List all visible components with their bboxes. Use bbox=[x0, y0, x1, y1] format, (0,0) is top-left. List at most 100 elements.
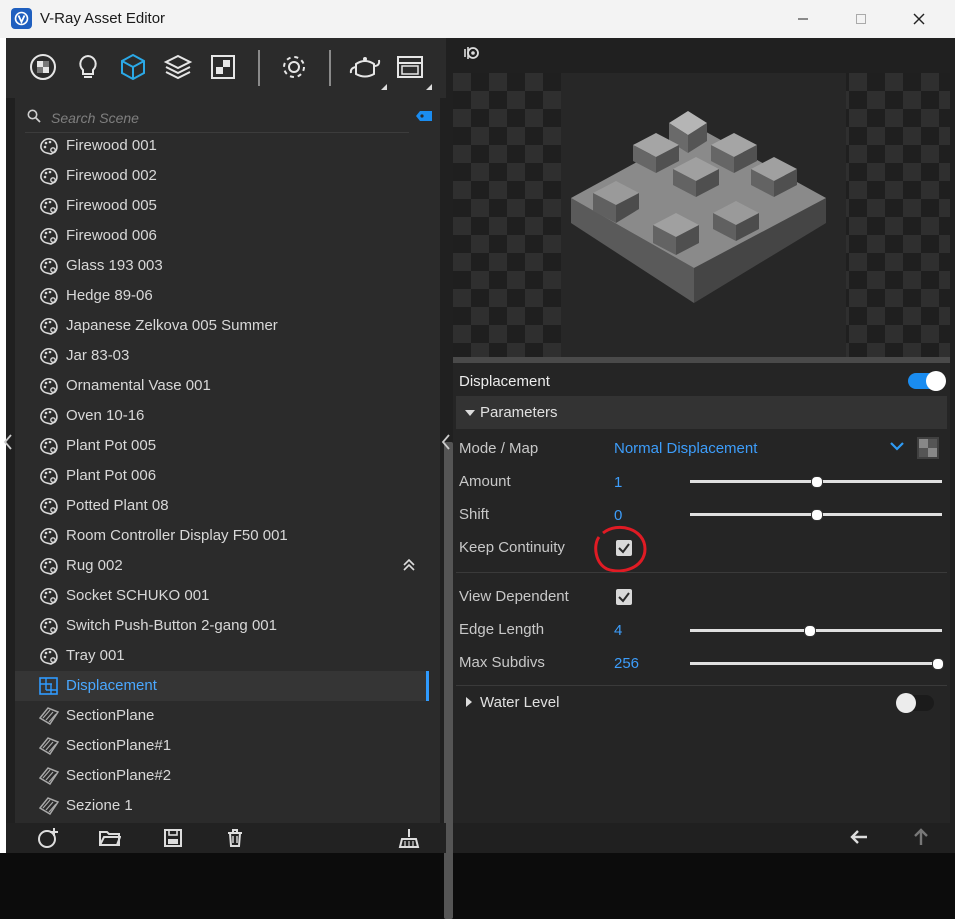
list-item[interactable]: Socket SCHUKO 001 bbox=[15, 581, 428, 611]
amount-slider[interactable] bbox=[690, 476, 942, 488]
list-item[interactable]: Jar 83-03 bbox=[15, 341, 428, 371]
asset-model-icon bbox=[40, 618, 58, 635]
list-item[interactable]: Plant Pot 006 bbox=[15, 461, 428, 491]
list-item[interactable]: Plant Pot 005 bbox=[15, 431, 428, 461]
shift-value[interactable]: 0 bbox=[614, 507, 622, 524]
asset-model-icon bbox=[40, 498, 58, 515]
list-item-label: Switch Push-Button 2-gang 001 bbox=[66, 617, 277, 634]
mode-map-dropdown[interactable]: Normal Displacement bbox=[614, 440, 757, 457]
amount-slider-thumb[interactable] bbox=[811, 476, 823, 488]
list-item[interactable]: Room Controller Display F50 001 bbox=[15, 521, 428, 551]
save-icon[interactable] bbox=[161, 827, 185, 849]
list-item[interactable]: Ornamental Vase 001 bbox=[15, 371, 428, 401]
add-asset-icon[interactable] bbox=[36, 827, 60, 849]
preview-settings-icon[interactable] bbox=[463, 45, 481, 61]
list-item-label: Japanese Zelkova 005 Summer bbox=[66, 317, 278, 334]
toolbar-separator bbox=[258, 50, 260, 86]
asset-model-icon bbox=[40, 288, 58, 305]
collapse-list-arrow-icon[interactable] bbox=[441, 432, 451, 452]
collapse-up-icon[interactable] bbox=[402, 558, 416, 572]
max-subdivs-slider[interactable] bbox=[690, 658, 944, 670]
asset-model-icon bbox=[40, 168, 58, 185]
asset-model-icon bbox=[40, 138, 58, 155]
render-elements-icon[interactable] bbox=[206, 50, 240, 84]
toggle-knob bbox=[926, 371, 946, 391]
list-item[interactable]: Tray 001 bbox=[15, 641, 428, 671]
list-item-label: Ornamental Vase 001 bbox=[66, 377, 211, 394]
list-item[interactable]: Switch Push-Button 2-gang 001 bbox=[15, 611, 428, 641]
list-item[interactable]: Sezione 1 bbox=[15, 791, 428, 821]
list-item[interactable]: SectionPlane bbox=[15, 701, 428, 731]
list-item[interactable]: SectionPlane#1 bbox=[15, 731, 428, 761]
import-arrow-icon[interactable] bbox=[847, 826, 871, 848]
edge-length-slider[interactable] bbox=[690, 625, 942, 637]
list-item[interactable]: Potted Plant 08 bbox=[15, 491, 428, 521]
toggle-knob bbox=[896, 693, 916, 713]
lights-icon[interactable] bbox=[71, 50, 105, 84]
list-item-label: Glass 193 003 bbox=[66, 257, 163, 274]
list-item-label: Plant Pot 005 bbox=[66, 437, 157, 454]
collapse-left-arrow-icon[interactable] bbox=[3, 432, 13, 452]
upload-arrow-icon[interactable] bbox=[909, 826, 933, 848]
delete-icon[interactable] bbox=[223, 827, 247, 849]
geometry-icon[interactable] bbox=[116, 50, 150, 84]
list-item[interactable]: Japanese Zelkova 005 Summer bbox=[15, 311, 428, 341]
shift-slider-thumb[interactable] bbox=[811, 509, 823, 521]
water-level-toggle[interactable] bbox=[896, 693, 934, 713]
view-dependent-checkbox[interactable] bbox=[616, 589, 632, 605]
displacement-enable-toggle[interactable] bbox=[908, 371, 946, 391]
layers-icon[interactable] bbox=[161, 50, 195, 84]
properties-panel: Displacement Parameters Mode / Map Norma… bbox=[453, 363, 950, 823]
list-item[interactable]: SectionPlane#2 bbox=[15, 761, 428, 791]
asset-model-icon bbox=[40, 228, 58, 245]
collapsed-triangle-icon[interactable] bbox=[466, 697, 472, 707]
list-item[interactable]: Oven 10-16 bbox=[15, 401, 428, 431]
max-subdivs-slider-thumb[interactable] bbox=[932, 658, 944, 670]
search-input[interactable] bbox=[49, 106, 403, 130]
list-item-label: Jar 83-03 bbox=[66, 347, 130, 364]
list-item[interactable]: Firewood 005 bbox=[15, 191, 428, 221]
purge-icon[interactable] bbox=[397, 827, 421, 849]
edge-length-value[interactable]: 4 bbox=[614, 622, 622, 639]
vray-asset-editor-window: V-Ray Asset Editor Search Scene Firewood… bbox=[0, 0, 955, 919]
tag-filter-icon[interactable] bbox=[416, 111, 432, 121]
list-item[interactable]: Displacement bbox=[15, 671, 429, 701]
red-annotation-circle bbox=[594, 525, 647, 573]
water-level-label[interactable]: Water Level bbox=[480, 694, 559, 711]
open-folder-icon[interactable] bbox=[98, 827, 122, 849]
max-subdivs-value[interactable]: 256 bbox=[614, 655, 639, 672]
expand-triangle-icon bbox=[465, 410, 475, 416]
displacement-preview-cube-icon bbox=[571, 111, 826, 303]
materials-icon[interactable] bbox=[26, 50, 60, 84]
material-preview bbox=[453, 73, 950, 357]
asset-model-icon bbox=[40, 348, 58, 365]
list-item[interactable]: Rug 002 bbox=[15, 551, 428, 581]
parameters-section-header[interactable]: Parameters bbox=[456, 396, 947, 429]
list-item[interactable]: Hedge 89-06 bbox=[15, 281, 428, 311]
selection-indicator bbox=[426, 671, 429, 701]
list-item[interactable]: Firewood 002 bbox=[15, 161, 428, 191]
minimize-button[interactable] bbox=[780, 4, 826, 34]
list-item[interactable]: Firewood 001 bbox=[15, 131, 428, 161]
settings-icon[interactable] bbox=[277, 50, 311, 84]
list-item[interactable]: Firewood 006 bbox=[15, 221, 428, 251]
asset-model-icon bbox=[40, 318, 58, 335]
list-item-label: Firewood 002 bbox=[66, 167, 157, 184]
section-plane-icon bbox=[38, 737, 60, 756]
list-item[interactable]: Glass 193 003 bbox=[15, 251, 428, 281]
divider bbox=[456, 572, 947, 573]
texture-map-button[interactable] bbox=[917, 437, 939, 459]
frame-buffer-icon[interactable] bbox=[393, 50, 427, 84]
close-button[interactable] bbox=[896, 4, 942, 34]
shift-slider[interactable] bbox=[690, 509, 942, 521]
maximize-button[interactable] bbox=[838, 4, 884, 34]
edge-length-slider-thumb[interactable] bbox=[803, 625, 816, 637]
window-title: V-Ray Asset Editor bbox=[40, 10, 166, 27]
keep-continuity-label: Keep Continuity bbox=[459, 539, 565, 556]
list-item-label: Plant Pot 006 bbox=[66, 467, 157, 484]
amount-value[interactable]: 1 bbox=[614, 474, 622, 491]
chevron-down-icon[interactable] bbox=[890, 442, 904, 451]
list-item-label: Firewood 001 bbox=[66, 137, 157, 154]
section-plane-icon bbox=[38, 767, 60, 786]
teapot-render-icon[interactable] bbox=[348, 50, 382, 84]
